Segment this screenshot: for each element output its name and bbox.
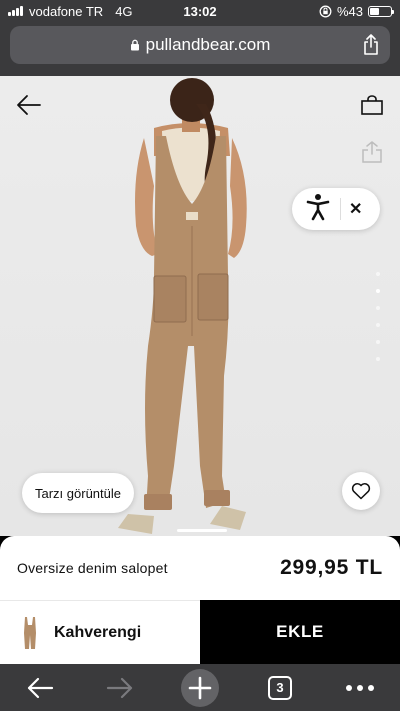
battery-level	[370, 7, 379, 15]
status-bar: vodafone TR 4G 13:02 %43	[0, 0, 400, 22]
gallery-pagination	[376, 272, 380, 361]
battery-icon	[368, 5, 394, 17]
color-selector[interactable]: Kahverengi	[0, 600, 200, 664]
status-right: %43	[319, 3, 394, 19]
shopping-bag-icon[interactable]	[360, 94, 384, 121]
pagination-dot[interactable]	[376, 340, 380, 344]
browser-bar: pullandbear.com	[0, 22, 400, 76]
product-price: 299,95 TL	[280, 556, 383, 579]
pagination-dot[interactable]	[376, 306, 380, 310]
add-to-cart-button[interactable]: EKLE	[200, 600, 400, 664]
sheet-handle[interactable]	[177, 529, 227, 532]
browser-forward-button[interactable]	[95, 668, 145, 708]
status-left: vodafone TR 4G	[8, 4, 319, 19]
plus-icon	[181, 668, 219, 707]
carrier-name: vodafone TR	[29, 3, 104, 19]
heart-icon	[351, 483, 371, 500]
back-arrow-icon[interactable]	[16, 94, 42, 121]
share-page-icon[interactable]	[362, 34, 380, 61]
product-photo	[118, 78, 247, 534]
signal-strength-icon	[8, 6, 23, 16]
orientation-lock-icon	[319, 5, 332, 17]
divider	[340, 198, 341, 220]
address-bar[interactable]: pullandbear.com	[10, 26, 390, 64]
color-swatch-thumbnail	[24, 616, 36, 649]
close-icon[interactable]: ✕	[349, 199, 362, 219]
product-info-sheet: Oversize denim salopet 299,95 TL	[0, 536, 400, 600]
battery-percent: %43	[336, 3, 363, 19]
accessibility-person-icon[interactable]	[306, 193, 330, 226]
add-button-label: EKLE	[276, 622, 324, 641]
more-dots-icon	[346, 684, 374, 691]
product-name: Oversize denim salopet	[17, 560, 168, 576]
more-button[interactable]	[335, 668, 385, 708]
favorite-button[interactable]	[342, 472, 380, 510]
color-name: Kahverengi	[54, 623, 142, 641]
url-text: pullandbear.com	[145, 35, 271, 54]
tabs-button[interactable]: 3	[255, 668, 305, 708]
view-style-label: Tarzı görüntüle	[35, 485, 121, 501]
arrow-right-icon	[106, 677, 133, 698]
pagination-dot[interactable]	[376, 323, 380, 327]
network-type: 4G	[115, 3, 133, 19]
purchase-actions: Kahverengi EKLE	[0, 600, 400, 664]
browser-toolbar: 3	[0, 664, 400, 711]
lock-icon	[130, 39, 140, 51]
tabs-count: 3	[268, 675, 292, 700]
share-icon[interactable]	[360, 140, 384, 169]
arrow-left-icon	[27, 677, 54, 698]
product-image-gallery[interactable]: ✕ Tarzı görüntüle	[0, 76, 400, 536]
pagination-dot[interactable]	[376, 289, 380, 293]
view-style-button[interactable]: Tarzı görüntüle	[22, 473, 134, 513]
browser-back-button[interactable]	[15, 668, 65, 708]
pagination-dot[interactable]	[376, 272, 380, 276]
new-tab-button[interactable]	[175, 668, 225, 708]
accessibility-widget: ✕	[292, 188, 380, 230]
pagination-dot[interactable]	[376, 357, 380, 361]
